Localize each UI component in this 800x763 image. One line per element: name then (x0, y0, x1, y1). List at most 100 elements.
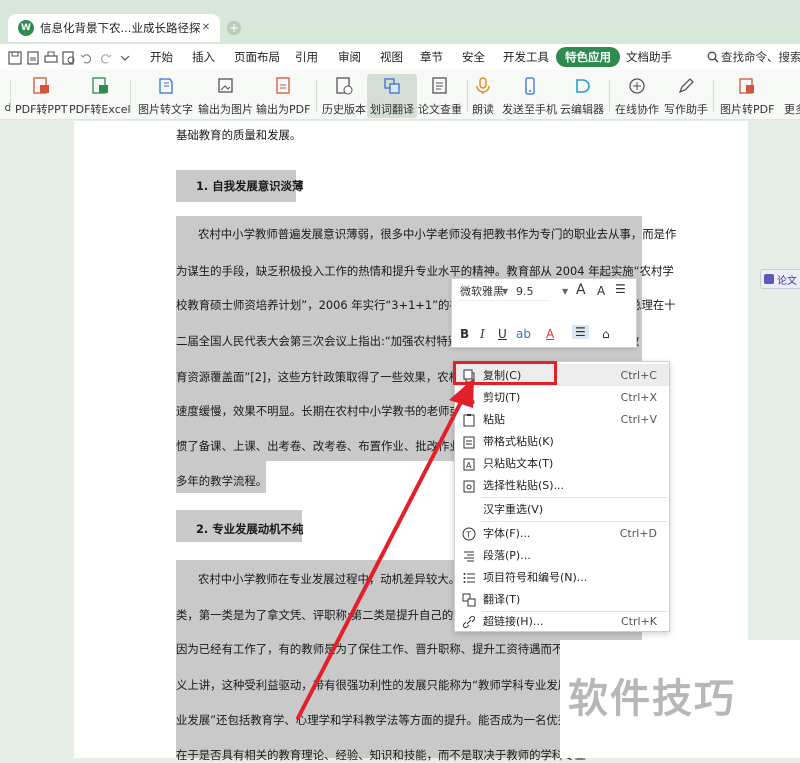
section-heading: 1. 自我发展意识淡薄 (196, 179, 304, 193)
context-menu-label: 只粘贴文本(T) (483, 457, 554, 470)
document-tab[interactable]: W 信息化背景下农...业成长路径探析 ✕ (8, 14, 220, 42)
svg-text:A: A (466, 461, 472, 470)
highlight-color-icon[interactable]: ab (516, 327, 531, 341)
shrink-font-icon[interactable]: A (597, 284, 605, 298)
paragraph-line: 在于是否具有相关的教育理论、经验、知识和技能，而不是取决于教师的学科专业 (176, 748, 587, 762)
command-search-label: 查找命令、搜索 (721, 50, 800, 64)
menu-special-apps[interactable]: 特色应用 (556, 47, 620, 67)
underline-icon[interactable]: U (498, 327, 507, 341)
ribbon-send-to-phone[interactable]: 发送至手机 (502, 74, 557, 118)
chevron-down-icon[interactable]: ▼ (502, 287, 508, 296)
menu-bar: 开始 插入 页面布局 引用 审阅 视图 章节 安全 开发工具 特色应用 文档助手… (0, 44, 800, 70)
ribbon-label: 划词翻译 (370, 103, 414, 116)
ribbon-image-to-pdf[interactable]: 图片转PDF (720, 74, 774, 118)
context-menu-shortcut: Ctrl+K (620, 614, 657, 628)
paragraph-line: 速度缓慢，效果不明显。长期在农村中小学教书的老师或多少 (176, 404, 484, 418)
menu-doc-assistant[interactable]: 文档助手 (626, 49, 672, 65)
ribbon-label: 图片转PDF (720, 103, 775, 116)
ribbon-label: 论文查重 (418, 103, 462, 116)
history-icon (334, 76, 354, 96)
context-menu-paste-keep-format[interactable]: 带格式粘贴(K) (455, 430, 669, 452)
context-menu-translate[interactable]: 翻译(T) (455, 588, 669, 610)
send-phone-icon (520, 76, 540, 96)
ribbon-label: PDF转PPT (15, 103, 68, 116)
cloud-editor-icon (572, 76, 592, 96)
font-color-icon[interactable]: A (546, 327, 554, 341)
context-menu-label: 剪切(T) (483, 391, 521, 404)
more-icon (785, 76, 800, 96)
translate-icon (382, 76, 402, 96)
menu-insert[interactable]: 插入 (192, 49, 215, 65)
ribbon-online-collab[interactable]: 在线协作 (615, 74, 659, 118)
ribbon-export-image[interactable]: 输出为图片 (198, 74, 253, 118)
print-icon[interactable] (44, 50, 58, 64)
thesis-side-button[interactable]: 论文 (760, 269, 800, 289)
context-menu-paste-text-only[interactable]: A 只粘贴文本(T) (455, 452, 669, 474)
chevron-down-icon[interactable]: ▼ (562, 287, 568, 296)
paragraph-line: 多年的教学流程。 (176, 474, 268, 488)
export-pdf-quick-icon[interactable] (26, 50, 40, 65)
context-menu-shortcut: Ctrl+V (620, 412, 657, 426)
ribbon-history[interactable]: 历史版本 (322, 74, 366, 118)
context-menu-reselect-hanzi[interactable]: 汉字重选(V) (455, 498, 669, 520)
menu-home[interactable]: 开始 (150, 49, 173, 65)
grow-font-icon[interactable]: A (576, 282, 586, 298)
bold-icon[interactable]: B (460, 327, 469, 341)
context-menu-label: 字体(F)... (483, 527, 531, 540)
ribbon-pdf-to-excel[interactable]: PDF转Excel (69, 74, 131, 118)
context-menu-paste-special[interactable]: 选择性粘贴(S)... (455, 474, 669, 496)
ribbon-label: 云编辑器 (560, 103, 604, 116)
export-pdf-icon (273, 76, 293, 96)
translate-icon (462, 592, 476, 607)
ribbon-label: 更多 (784, 103, 800, 116)
writing-icon (676, 76, 696, 96)
ribbon-read-aloud[interactable]: 朗读 (472, 74, 494, 118)
redo-icon[interactable] (98, 50, 112, 64)
context-menu-paste[interactable]: 粘贴 Ctrl+V (455, 408, 669, 430)
paragraph-icon (462, 548, 476, 562)
menu-security[interactable]: 安全 (462, 49, 485, 65)
context-menu-cut[interactable]: 剪切(T) Ctrl+X (455, 386, 669, 408)
paragraph-line: 因为已经有工作了，有的教师是为了保住工作、晋升职称、提升工资待遇而不得已 (176, 642, 587, 656)
menu-review[interactable]: 审阅 (338, 49, 361, 65)
save-icon[interactable] (8, 50, 22, 65)
ribbon-export-pdf[interactable]: 输出为PDF (256, 74, 310, 118)
context-menu-paragraph[interactable]: 段落(P)... (455, 544, 669, 566)
context-menu-bullets-numbering[interactable]: 项目符号和编号(N)... (455, 566, 669, 588)
ribbon-label: PDF转Excel (69, 103, 131, 116)
new-tab-button[interactable]: + (227, 21, 241, 35)
menu-view[interactable]: 视图 (380, 49, 403, 65)
preview-icon[interactable] (62, 50, 76, 65)
align-icon[interactable]: ☰ (572, 325, 589, 339)
menu-chapter[interactable]: 章节 (420, 49, 443, 65)
ribbon-pdf-to-ppt[interactable]: PDF转PPT (15, 74, 67, 118)
format-painter-icon[interactable]: ⌂ (602, 327, 610, 341)
thesis-icon (764, 274, 774, 284)
context-menu-label: 超链接(H)... (483, 615, 544, 628)
command-search[interactable]: 查找命令、搜索 (707, 49, 800, 65)
ribbon-plagiarism-check[interactable]: 论文查重 (418, 74, 462, 118)
menu-references[interactable]: 引用 (295, 49, 318, 65)
close-tab-icon[interactable]: ✕ (200, 22, 212, 34)
read-aloud-icon (473, 76, 493, 96)
paragraph-line: 为谋生的手段，缺乏积极投入工作的热情和提升专业水平的精神。教育部从 2004 年… (176, 264, 674, 278)
ribbon-word-translate[interactable]: 划词翻译 (367, 74, 417, 118)
context-menu-font[interactable]: T 字体(F)... Ctrl+D (455, 522, 669, 544)
undo-icon[interactable] (80, 50, 94, 64)
svg-text:T: T (465, 531, 471, 540)
dropdown-chevron-icon[interactable] (118, 50, 132, 64)
ribbon-image-to-text[interactable]: 图片转文字 (138, 74, 193, 118)
ribbon-label: 朗读 (472, 103, 494, 116)
ribbon-more[interactable]: 更多 (784, 74, 800, 118)
image-to-text-icon (156, 76, 176, 96)
ribbon-cloud-editor[interactable]: 云编辑器 (560, 74, 604, 118)
context-menu-hyperlink[interactable]: 超链接(H)... Ctrl+K (455, 610, 669, 632)
floating-format-toolbar: 微软雅黑 ▼ 9.5 ▼ A A ☰ B I U ab A ☰ ⌂ (451, 278, 637, 348)
line-spacing-icon[interactable]: ☰ (615, 282, 626, 296)
pdf-to-ppt-icon (31, 76, 51, 96)
menu-page-layout[interactable]: 页面布局 (234, 49, 280, 65)
ribbon-writing-assistant[interactable]: 写作助手 (664, 74, 708, 118)
menu-developer[interactable]: 开发工具 (503, 49, 549, 65)
paragraph-line: 类，第一类是为了拿文凭、评职称;第二类是提升自己的专业 (176, 608, 476, 622)
italic-icon[interactable]: I (480, 327, 485, 341)
